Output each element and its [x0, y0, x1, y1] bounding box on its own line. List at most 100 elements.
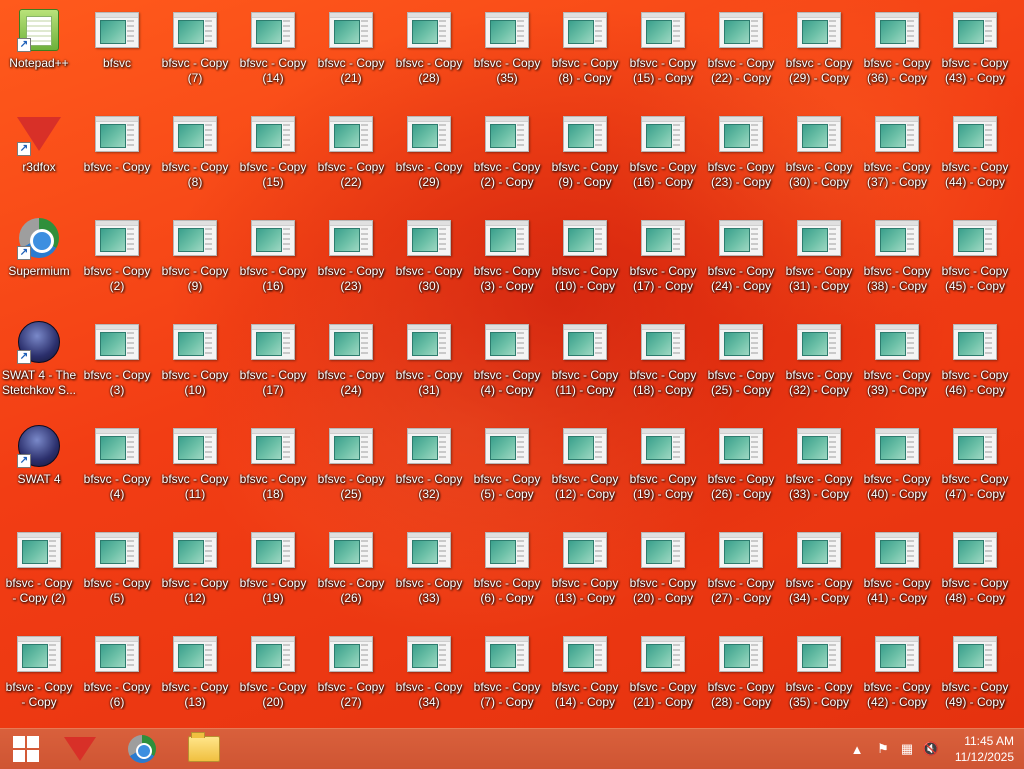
- desktop-icon[interactable]: bfsvc - Copy (10) - Copy: [546, 208, 624, 308]
- desktop-icon[interactable]: bfsvc - Copy (18) - Copy: [624, 312, 702, 412]
- desktop-icon[interactable]: bfsvc - Copy (41) - Copy: [858, 520, 936, 620]
- desktop-icon[interactable]: bfsvc - Copy (18): [234, 416, 312, 516]
- desktop-icon[interactable]: bfsvc - Copy (24) - Copy: [702, 208, 780, 308]
- desktop-icon[interactable]: bfsvc - Copy (34) - Copy: [780, 520, 858, 620]
- desktop-icon[interactable]: bfsvc - Copy (16): [234, 208, 312, 308]
- desktop-icon[interactable]: ↗ Notepad++: [0, 0, 78, 100]
- desktop-icon[interactable]: bfsvc - Copy (6): [78, 624, 156, 724]
- desktop-icon[interactable]: bfsvc - Copy (48) - Copy: [936, 520, 1014, 620]
- clock[interactable]: 11:45 AM 11/12/2025: [934, 733, 1014, 765]
- desktop-icon[interactable]: bfsvc - Copy (4): [78, 416, 156, 516]
- desktop-icon[interactable]: bfsvc - Copy (32): [390, 416, 468, 516]
- desktop-icon[interactable]: bfsvc - Copy (36) - Copy: [858, 0, 936, 100]
- desktop-icon[interactable]: bfsvc - Copy (9) - Copy: [546, 104, 624, 204]
- desktop-icon[interactable]: bfsvc - Copy (45) - Copy: [936, 208, 1014, 308]
- desktop-icon[interactable]: bfsvc - Copy (12): [156, 520, 234, 620]
- taskbar-r3dfox-button[interactable]: [54, 729, 106, 769]
- desktop-icon[interactable]: bfsvc - Copy (8) - Copy: [546, 0, 624, 100]
- desktop-icon[interactable]: bfsvc - Copy (2) - Copy: [468, 104, 546, 204]
- desktop-icon[interactable]: bfsvc - Copy (26): [312, 520, 390, 620]
- desktop-icon[interactable]: bfsvc - Copy (15): [234, 104, 312, 204]
- desktop-icon[interactable]: bfsvc - Copy (24): [312, 312, 390, 412]
- desktop-icon[interactable]: ↗ r3dfox: [0, 104, 78, 204]
- desktop-icon[interactable]: bfsvc - Copy (5) - Copy: [468, 416, 546, 516]
- desktop-icon[interactable]: bfsvc - Copy (6) - Copy: [468, 520, 546, 620]
- desktop-icon[interactable]: bfsvc - Copy (30) - Copy: [780, 104, 858, 204]
- desktop-icon[interactable]: bfsvc - Copy (27) - Copy: [702, 520, 780, 620]
- desktop-icon[interactable]: bfsvc - Copy (22): [312, 104, 390, 204]
- desktop-icon[interactable]: bfsvc - Copy (33) - Copy: [780, 416, 858, 516]
- desktop-icon[interactable]: bfsvc - Copy (20): [234, 624, 312, 724]
- network-icon[interactable]: ▦: [896, 729, 918, 769]
- desktop-icon[interactable]: bfsvc - Copy (29): [390, 104, 468, 204]
- desktop-icon[interactable]: bfsvc - Copy (43) - Copy: [936, 0, 1014, 100]
- desktop-icon[interactable]: bfsvc - Copy (17) - Copy: [624, 208, 702, 308]
- desktop-icon[interactable]: bfsvc - Copy (11): [156, 416, 234, 516]
- desktop-icon[interactable]: bfsvc - Copy (20) - Copy: [624, 520, 702, 620]
- desktop-icon[interactable]: bfsvc - Copy (3) - Copy: [468, 208, 546, 308]
- desktop-icon[interactable]: bfsvc: [78, 0, 156, 100]
- desktop-icon[interactable]: bfsvc - Copy (14): [234, 0, 312, 100]
- desktop[interactable]: ↗ Notepad++ ↗ r3dfox ↗ Supermium ↗ SWAT 4 - The…: [0, 0, 1024, 728]
- desktop-icon[interactable]: bfsvc - Copy (47) - Copy: [936, 416, 1014, 516]
- desktop-icon[interactable]: bfsvc - Copy (5): [78, 520, 156, 620]
- desktop-icon[interactable]: bfsvc - Copy (32) - Copy: [780, 312, 858, 412]
- desktop-icon[interactable]: bfsvc - Copy (28) - Copy: [702, 624, 780, 724]
- show-hidden-icons-chevron[interactable]: ▲: [848, 729, 866, 769]
- desktop-icon[interactable]: bfsvc - Copy (25) - Copy: [702, 312, 780, 412]
- desktop-icon[interactable]: bfsvc - Copy (27): [312, 624, 390, 724]
- desktop-icon[interactable]: ↗ SWAT 4: [0, 416, 78, 516]
- desktop-icon[interactable]: bfsvc - Copy (31) - Copy: [780, 208, 858, 308]
- desktop-icon[interactable]: bfsvc - Copy (42) - Copy: [858, 624, 936, 724]
- desktop-icon[interactable]: ↗ Supermium: [0, 208, 78, 308]
- desktop-icon[interactable]: bfsvc - Copy (38) - Copy: [858, 208, 936, 308]
- desktop-icon[interactable]: bfsvc - Copy (15) - Copy: [624, 0, 702, 100]
- desktop-icon[interactable]: bfsvc - Copy (23) - Copy: [702, 104, 780, 204]
- desktop-icon[interactable]: bfsvc - Copy (19): [234, 520, 312, 620]
- desktop-icon[interactable]: bfsvc - Copy (34): [390, 624, 468, 724]
- desktop-icon[interactable]: bfsvc - Copy: [78, 104, 156, 204]
- desktop-icon[interactable]: bfsvc - Copy (28): [390, 0, 468, 100]
- desktop-icon[interactable]: bfsvc - Copy (25): [312, 416, 390, 516]
- desktop-icon[interactable]: bfsvc - Copy (29) - Copy: [780, 0, 858, 100]
- desktop-icon[interactable]: bfsvc - Copy (39) - Copy: [858, 312, 936, 412]
- desktop-icon[interactable]: bfsvc - Copy (35): [468, 0, 546, 100]
- start-button[interactable]: [0, 729, 52, 769]
- desktop-icon[interactable]: bfsvc - Copy (3): [78, 312, 156, 412]
- desktop-icon[interactable]: bfsvc - Copy (17): [234, 312, 312, 412]
- desktop-icon[interactable]: bfsvc - Copy (19) - Copy: [624, 416, 702, 516]
- desktop-icon[interactable]: bfsvc - Copy (49) - Copy: [936, 624, 1014, 724]
- taskbar-file-explorer-button[interactable]: [178, 729, 230, 769]
- desktop-icon[interactable]: bfsvc - Copy (2): [78, 208, 156, 308]
- action-center-flag-icon[interactable]: ⚑: [872, 729, 894, 769]
- desktop-icon[interactable]: bfsvc - Copy - Copy (2): [0, 520, 78, 620]
- desktop-icon[interactable]: bfsvc - Copy (9): [156, 208, 234, 308]
- desktop-icon[interactable]: bfsvc - Copy (8): [156, 104, 234, 204]
- desktop-icon[interactable]: bfsvc - Copy (13) - Copy: [546, 520, 624, 620]
- desktop-icon[interactable]: bfsvc - Copy (21) - Copy: [624, 624, 702, 724]
- desktop-icon[interactable]: bfsvc - Copy (46) - Copy: [936, 312, 1014, 412]
- desktop-icon[interactable]: bfsvc - Copy (7) - Copy: [468, 624, 546, 724]
- desktop-icon[interactable]: bfsvc - Copy (7): [156, 0, 234, 100]
- desktop-icon[interactable]: bfsvc - Copy (40) - Copy: [858, 416, 936, 516]
- desktop-icon[interactable]: bfsvc - Copy (23): [312, 208, 390, 308]
- desktop-icon[interactable]: bfsvc - Copy (21): [312, 0, 390, 100]
- desktop-icon[interactable]: bfsvc - Copy (4) - Copy: [468, 312, 546, 412]
- desktop-icon[interactable]: bfsvc - Copy (33): [390, 520, 468, 620]
- taskbar-supermium-button[interactable]: [116, 729, 168, 769]
- desktop-icon[interactable]: bfsvc - Copy (37) - Copy: [858, 104, 936, 204]
- desktop-icon[interactable]: bfsvc - Copy (16) - Copy: [624, 104, 702, 204]
- desktop-icon[interactable]: ↗ SWAT 4 - The Stetchkov S...: [0, 312, 78, 412]
- desktop-icon[interactable]: bfsvc - Copy (44) - Copy: [936, 104, 1014, 204]
- desktop-icon[interactable]: bfsvc - Copy (14) - Copy: [546, 624, 624, 724]
- desktop-icon[interactable]: bfsvc - Copy (30): [390, 208, 468, 308]
- desktop-icon[interactable]: bfsvc - Copy (10): [156, 312, 234, 412]
- desktop-icon[interactable]: bfsvc - Copy (31): [390, 312, 468, 412]
- desktop-icon[interactable]: bfsvc - Copy (35) - Copy: [780, 624, 858, 724]
- desktop-icon[interactable]: bfsvc - Copy (22) - Copy: [702, 0, 780, 100]
- desktop-icon[interactable]: bfsvc - Copy (12) - Copy: [546, 416, 624, 516]
- desktop-icon[interactable]: bfsvc - Copy (26) - Copy: [702, 416, 780, 516]
- desktop-icon[interactable]: bfsvc - Copy (11) - Copy: [546, 312, 624, 412]
- desktop-icon[interactable]: bfsvc - Copy - Copy: [0, 624, 78, 724]
- desktop-icon[interactable]: bfsvc - Copy (13): [156, 624, 234, 724]
